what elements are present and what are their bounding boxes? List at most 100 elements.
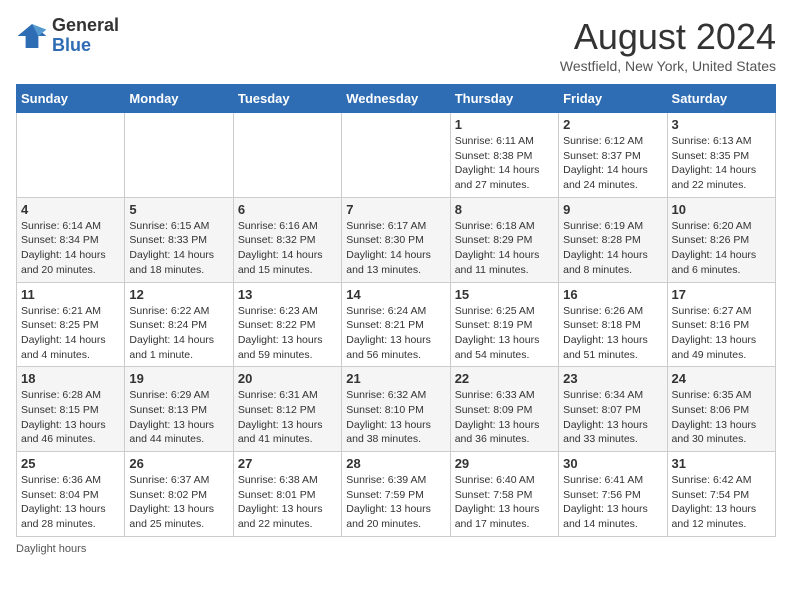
day-number: 30 (563, 456, 662, 471)
calendar-cell: 25 Sunrise: 6:36 AM Sunset: 8:04 PM Dayli… (17, 452, 125, 537)
calendar-cell: 26Sunrise: 6:37 AM Sunset: 8:02 PM Dayli… (125, 452, 233, 537)
day-number: 12 (129, 287, 228, 302)
day-info: Sunrise: 6:34 AM Sunset: 8:07 PM Dayligh… (563, 388, 662, 447)
day-number: 4 (21, 202, 120, 217)
daylight-label: Daylight hours (16, 543, 86, 555)
calendar-cell: 24Sunrise: 6:35 AM Sunset: 8:06 PM Dayli… (667, 367, 775, 452)
day-info: Sunrise: 6:15 AM Sunset: 8:33 PM Dayligh… (129, 219, 228, 278)
calendar-cell: 6 Sunrise: 6:16 AM Sunset: 8:32 PM Daylig… (233, 197, 341, 282)
header-row: SundayMondayTuesdayWednesdayThursdayFrid… (17, 85, 776, 113)
day-info: Sunrise: 6:21 AM Sunset: 8:25 PM Dayligh… (21, 304, 120, 363)
day-number: 27 (238, 456, 337, 471)
calendar-cell: 23Sunrise: 6:34 AM Sunset: 8:07 PM Dayli… (559, 367, 667, 452)
calendar-cell: 29Sunrise: 6:40 AM Sunset: 7:58 PM Dayli… (450, 452, 558, 537)
calendar-cell: 4 Sunrise: 6:14 AM Sunset: 8:34 PM Daylig… (17, 197, 125, 282)
calendar-cell: 18Sunrise: 6:28 AM Sunset: 8:15 PM Dayli… (17, 367, 125, 452)
day-number: 13 (238, 287, 337, 302)
calendar-cell: 7 Sunrise: 6:17 AM Sunset: 8:30 PM Daylig… (342, 197, 450, 282)
calendar-table: SundayMondayTuesdayWednesdayThursdayFrid… (16, 84, 776, 537)
calendar-cell: 5Sunrise: 6:15 AM Sunset: 8:33 PM Daylig… (125, 197, 233, 282)
calendar-cell: 19 Sunrise: 6:29 AM Sunset: 8:13 PM Dayli… (125, 367, 233, 452)
day-number: 7 (346, 202, 445, 217)
day-number: 15 (455, 287, 554, 302)
calendar-cell: 20Sunrise: 6:31 AM Sunset: 8:12 PM Dayli… (233, 367, 341, 452)
calendar-cell: 21 Sunrise: 6:32 AM Sunset: 8:10 PM Dayli… (342, 367, 450, 452)
logo-bird-icon (16, 20, 48, 52)
day-info: Sunrise: 6:25 AM Sunset: 8:19 PM Dayligh… (455, 304, 554, 363)
calendar-cell: 31 Sunrise: 6:42 AM Sunset: 7:54 PM Dayli… (667, 452, 775, 537)
calendar-cell: 1Sunrise: 6:11 AM Sunset: 8:38 PM Daylig… (450, 113, 558, 198)
day-number: 3 (672, 117, 771, 132)
day-info: Sunrise: 6:39 AM Sunset: 7:59 PM Dayligh… (346, 473, 445, 532)
day-header-friday: Friday (559, 85, 667, 113)
calendar-cell: 3 Sunrise: 6:13 AM Sunset: 8:35 PM Daylig… (667, 113, 775, 198)
day-number: 21 (346, 371, 445, 386)
calendar-week-2: 4 Sunrise: 6:14 AM Sunset: 8:34 PM Daylig… (17, 197, 776, 282)
day-info: Sunrise: 6:36 AM Sunset: 8:04 PM Dayligh… (21, 473, 120, 532)
day-info: Sunrise: 6:18 AM Sunset: 8:29 PM Dayligh… (455, 219, 554, 278)
day-number: 8 (455, 202, 554, 217)
day-info: Sunrise: 6:26 AM Sunset: 8:18 PM Dayligh… (563, 304, 662, 363)
calendar-cell: 13 Sunrise: 6:23 AM Sunset: 8:22 PM Dayli… (233, 282, 341, 367)
day-header-monday: Monday (125, 85, 233, 113)
day-info: Sunrise: 6:22 AM Sunset: 8:24 PM Dayligh… (129, 304, 228, 363)
location-subtitle: Westfield, New York, United States (560, 58, 776, 74)
day-number: 25 (21, 456, 120, 471)
day-number: 16 (563, 287, 662, 302)
calendar-cell: 14Sunrise: 6:24 AM Sunset: 8:21 PM Dayli… (342, 282, 450, 367)
day-number: 6 (238, 202, 337, 217)
day-info: Sunrise: 6:17 AM Sunset: 8:30 PM Dayligh… (346, 219, 445, 278)
day-number: 11 (21, 287, 120, 302)
calendar-cell: 22 Sunrise: 6:33 AM Sunset: 8:09 PM Dayli… (450, 367, 558, 452)
calendar-cell: 11 Sunrise: 6:21 AM Sunset: 8:25 PM Dayli… (17, 282, 125, 367)
day-number: 26 (129, 456, 228, 471)
calendar-cell: 28 Sunrise: 6:39 AM Sunset: 7:59 PM Dayli… (342, 452, 450, 537)
day-info: Sunrise: 6:40 AM Sunset: 7:58 PM Dayligh… (455, 473, 554, 532)
day-info: Sunrise: 6:23 AM Sunset: 8:22 PM Dayligh… (238, 304, 337, 363)
day-info: Sunrise: 6:38 AM Sunset: 8:01 PM Dayligh… (238, 473, 337, 532)
day-header-saturday: Saturday (667, 85, 775, 113)
day-info: Sunrise: 6:16 AM Sunset: 8:32 PM Dayligh… (238, 219, 337, 278)
calendar-week-1: 1Sunrise: 6:11 AM Sunset: 8:38 PM Daylig… (17, 113, 776, 198)
calendar-week-4: 18Sunrise: 6:28 AM Sunset: 8:15 PM Dayli… (17, 367, 776, 452)
calendar-cell (17, 113, 125, 198)
calendar-cell: 2 Sunrise: 6:12 AM Sunset: 8:37 PM Daylig… (559, 113, 667, 198)
day-info: Sunrise: 6:14 AM Sunset: 8:34 PM Dayligh… (21, 219, 120, 278)
footer: Daylight hours (16, 543, 776, 555)
day-number: 28 (346, 456, 445, 471)
day-info: Sunrise: 6:11 AM Sunset: 8:38 PM Dayligh… (455, 134, 554, 193)
day-info: Sunrise: 6:29 AM Sunset: 8:13 PM Dayligh… (129, 388, 228, 447)
month-year-title: August 2024 (560, 16, 776, 58)
calendar-cell: 12 Sunrise: 6:22 AM Sunset: 8:24 PM Dayli… (125, 282, 233, 367)
day-number: 31 (672, 456, 771, 471)
day-header-sunday: Sunday (17, 85, 125, 113)
calendar-body: 1Sunrise: 6:11 AM Sunset: 8:38 PM Daylig… (17, 113, 776, 537)
logo-blue: Blue (52, 36, 119, 56)
day-number: 2 (563, 117, 662, 132)
day-number: 22 (455, 371, 554, 386)
calendar-cell: 15 Sunrise: 6:25 AM Sunset: 8:19 PM Dayli… (450, 282, 558, 367)
calendar-week-5: 25 Sunrise: 6:36 AM Sunset: 8:04 PM Dayli… (17, 452, 776, 537)
calendar-cell: 9Sunrise: 6:19 AM Sunset: 8:28 PM Daylig… (559, 197, 667, 282)
day-number: 14 (346, 287, 445, 302)
calendar-cell: 17Sunrise: 6:27 AM Sunset: 8:16 PM Dayli… (667, 282, 775, 367)
day-number: 20 (238, 371, 337, 386)
day-info: Sunrise: 6:41 AM Sunset: 7:56 PM Dayligh… (563, 473, 662, 532)
calendar-header: SundayMondayTuesdayWednesdayThursdayFrid… (17, 85, 776, 113)
day-info: Sunrise: 6:12 AM Sunset: 8:37 PM Dayligh… (563, 134, 662, 193)
calendar-cell (342, 113, 450, 198)
calendar-cell (125, 113, 233, 198)
day-info: Sunrise: 6:27 AM Sunset: 8:16 PM Dayligh… (672, 304, 771, 363)
day-info: Sunrise: 6:42 AM Sunset: 7:54 PM Dayligh… (672, 473, 771, 532)
day-info: Sunrise: 6:33 AM Sunset: 8:09 PM Dayligh… (455, 388, 554, 447)
day-number: 9 (563, 202, 662, 217)
calendar-cell: 27 Sunrise: 6:38 AM Sunset: 8:01 PM Dayli… (233, 452, 341, 537)
title-block: August 2024 Westfield, New York, United … (560, 16, 776, 74)
logo-text: General Blue (52, 16, 119, 56)
day-info: Sunrise: 6:32 AM Sunset: 8:10 PM Dayligh… (346, 388, 445, 447)
day-number: 10 (672, 202, 771, 217)
day-number: 19 (129, 371, 228, 386)
day-header-tuesday: Tuesday (233, 85, 341, 113)
day-info: Sunrise: 6:28 AM Sunset: 8:15 PM Dayligh… (21, 388, 120, 447)
day-info: Sunrise: 6:13 AM Sunset: 8:35 PM Dayligh… (672, 134, 771, 193)
